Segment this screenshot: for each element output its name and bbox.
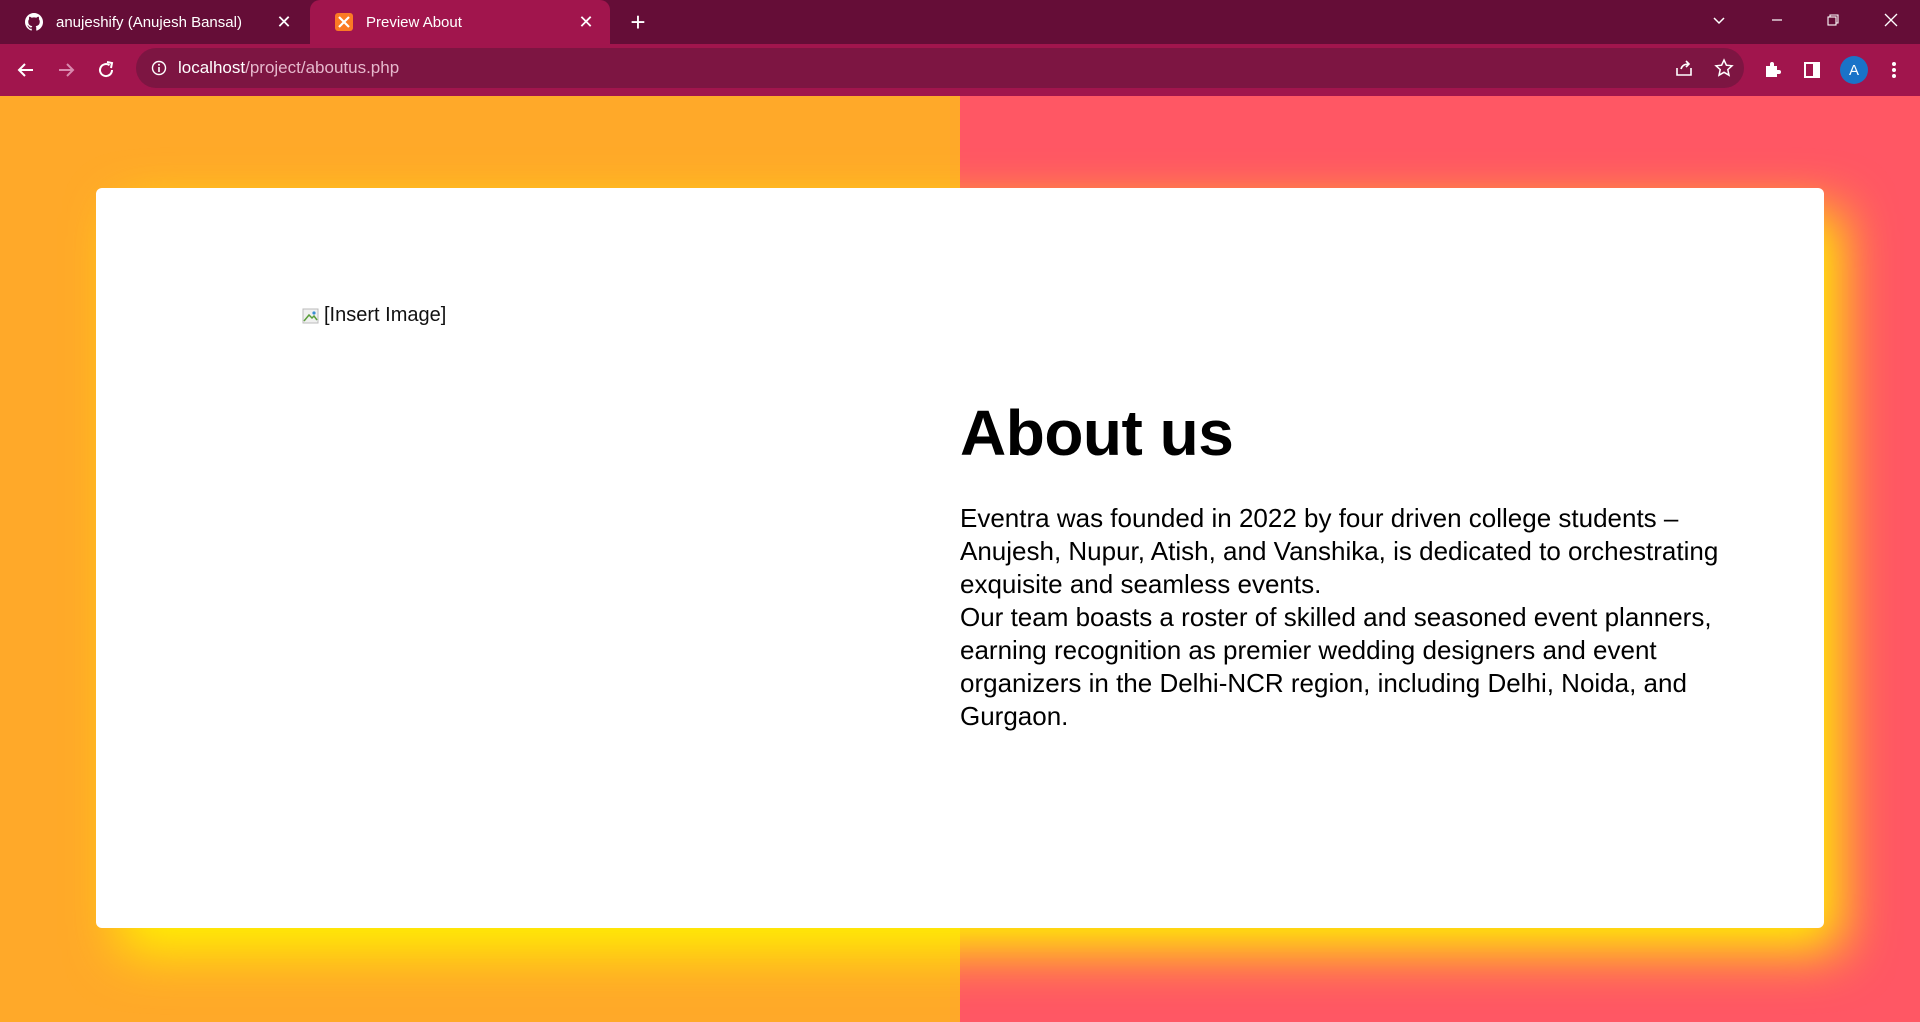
about-card: [Insert Image] About us Eventra was foun…	[96, 188, 1824, 928]
reload-button[interactable]	[90, 54, 122, 86]
broken-image-icon	[302, 308, 319, 323]
restore-button[interactable]	[1810, 0, 1856, 40]
new-tab-button[interactable]: +	[622, 6, 654, 38]
forward-button[interactable]	[50, 54, 82, 86]
url-host: localhost	[178, 58, 246, 77]
url-path: /project/aboutus.php	[245, 58, 400, 77]
about-paragraph: Eventra was founded in 2022 by four driv…	[960, 502, 1780, 733]
url-text: localhost/project/aboutus.php	[178, 58, 399, 78]
tab-title: Preview About	[366, 13, 462, 31]
browser-toolbar: localhost/project/aboutus.php A	[0, 44, 1920, 96]
paragraph-line: earning recognition as premier wedding d…	[960, 635, 1657, 665]
tab-preview-about[interactable]: Preview About ✕	[310, 0, 610, 44]
back-button[interactable]	[10, 54, 42, 86]
info-icon[interactable]	[150, 59, 168, 77]
close-icon	[1884, 13, 1898, 27]
tab-github[interactable]: anujeshify (Anujesh Bansal) ✕	[0, 0, 308, 44]
star-icon[interactable]	[1712, 56, 1736, 80]
image-alt-text: [Insert Image]	[324, 304, 447, 326]
arrow-left-icon	[17, 63, 33, 77]
minimize-icon	[1772, 19, 1782, 21]
paragraph-line: Anujesh, Nupur, Atish, and Vanshika, is …	[960, 536, 1719, 566]
xampp-icon	[334, 12, 354, 32]
paragraph-line: exquisite and seamless events.	[960, 569, 1322, 599]
paragraph-line: organizers in the Delhi-NCR region, incl…	[960, 668, 1687, 698]
address-bar[interactable]: localhost/project/aboutus.php	[136, 48, 1744, 88]
extensions-button[interactable]	[1756, 54, 1788, 86]
paragraph-line: Our team boasts a roster of skilled and …	[960, 602, 1712, 632]
menu-button[interactable]	[1878, 54, 1910, 86]
chevron-down-icon	[1713, 17, 1725, 25]
page-title: About us	[960, 397, 1234, 469]
close-icon[interactable]: ✕	[274, 12, 294, 32]
broken-image: [Insert Image]	[302, 304, 446, 327]
tab-search-button[interactable]	[1696, 0, 1742, 40]
side-panel-button[interactable]	[1796, 54, 1828, 86]
paragraph-line: Gurgaon.	[960, 701, 1069, 731]
tab-strip: anujeshify (Anujesh Bansal) ✕ Preview Ab…	[0, 0, 1920, 44]
more-vertical-icon	[1892, 62, 1896, 78]
minimize-button[interactable]	[1754, 0, 1800, 40]
puzzle-icon	[1766, 62, 1781, 77]
tab-title: anujeshify (Anujesh Bansal)	[56, 13, 242, 31]
paragraph-line: Eventra was founded in 2022 by four driv…	[960, 503, 1679, 533]
restore-icon	[1827, 14, 1839, 26]
arrow-right-icon	[59, 63, 75, 77]
page-viewport: [Insert Image] About us Eventra was foun…	[0, 96, 1920, 1022]
share-icon[interactable]	[1672, 56, 1696, 80]
profile-avatar[interactable]: A	[1840, 56, 1868, 84]
side-panel-icon	[1804, 62, 1820, 78]
reload-icon	[99, 61, 114, 78]
close-icon[interactable]: ✕	[576, 12, 596, 32]
close-window-button[interactable]	[1868, 0, 1914, 40]
github-icon	[24, 12, 44, 32]
